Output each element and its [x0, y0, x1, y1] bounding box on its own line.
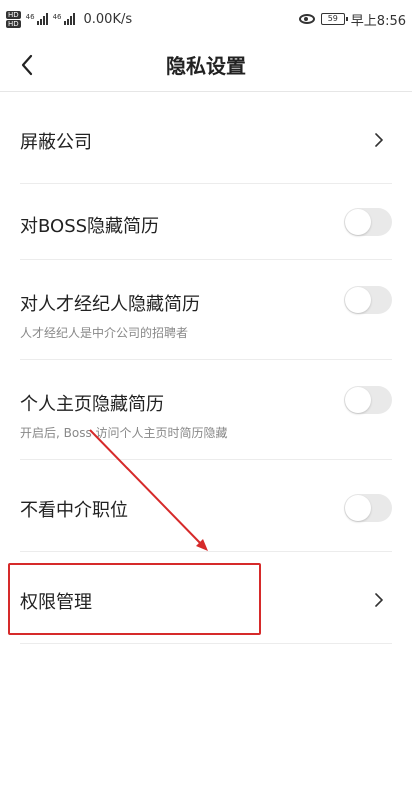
- toggle-switch[interactable]: [344, 494, 392, 522]
- back-button[interactable]: [10, 48, 44, 82]
- setting-hide-from-agent: 对人才经纪人隐藏简历 人才经纪人是中介公司的招聘者: [20, 260, 392, 360]
- signal-tag-2: 46: [52, 13, 62, 21]
- setting-label: 屏蔽公司: [20, 132, 92, 153]
- toggle-switch[interactable]: [344, 208, 392, 236]
- setting-description: 开启后, Boss 访问个人主页时简历隐藏: [20, 426, 228, 440]
- signal-icon-1: 46: [26, 13, 48, 25]
- settings-list: 屏蔽公司 对BOSS隐藏简历 对人才经纪人隐藏简历 人才经纪人是中介公司的招聘者…: [0, 92, 412, 644]
- toggle-switch[interactable]: [344, 286, 392, 314]
- status-right: 59 早上8:56: [298, 10, 406, 29]
- clock: 早上8:56: [350, 13, 406, 29]
- setting-hide-agency-jobs: 不看中介职位: [20, 460, 392, 552]
- highlight-box: [8, 563, 261, 635]
- hd-badge-1: HD: [6, 10, 21, 19]
- chevron-right-icon: [375, 133, 383, 147]
- chevron-right-icon: [375, 593, 383, 607]
- hd-badge-2: HD: [6, 19, 21, 28]
- setting-text: 个人主页隐藏简历 开启后, Boss 访问个人主页时简历隐藏: [20, 390, 228, 441]
- setting-label: 对人才经纪人隐藏简历: [20, 294, 200, 315]
- network-speed: 0.00K/s: [83, 11, 133, 27]
- page-title: 隐私设置: [166, 54, 246, 78]
- nav-header: 隐私设置: [0, 38, 412, 92]
- hd-indicators: HD HD: [6, 10, 21, 28]
- eye-comfort-icon: [298, 14, 315, 24]
- status-left: HD HD 46 46 0.00K/s: [6, 10, 133, 28]
- setting-label: 对BOSS隐藏简历: [20, 216, 160, 237]
- back-chevron-icon: [21, 54, 33, 76]
- signal-icon-2: 46: [53, 13, 75, 25]
- setting-block-company[interactable]: 屏蔽公司: [20, 92, 392, 184]
- setting-description: 人才经纪人是中介公司的招聘者: [20, 326, 189, 340]
- signal-tag-1: 46: [25, 13, 35, 21]
- battery-icon: 59: [320, 13, 348, 25]
- setting-label: 个人主页隐藏简历: [20, 394, 164, 415]
- setting-label: 不看中介职位: [20, 500, 128, 521]
- setting-text: 对人才经纪人隐藏简历 人才经纪人是中介公司的招聘者: [20, 290, 200, 341]
- setting-hide-from-boss: 对BOSS隐藏简历: [20, 184, 392, 260]
- setting-hide-on-homepage: 个人主页隐藏简历 开启后, Boss 访问个人主页时简历隐藏: [20, 360, 392, 460]
- toggle-switch[interactable]: [344, 386, 392, 414]
- status-bar: HD HD 46 46 0.00K/s 59 早上8:56: [0, 0, 412, 38]
